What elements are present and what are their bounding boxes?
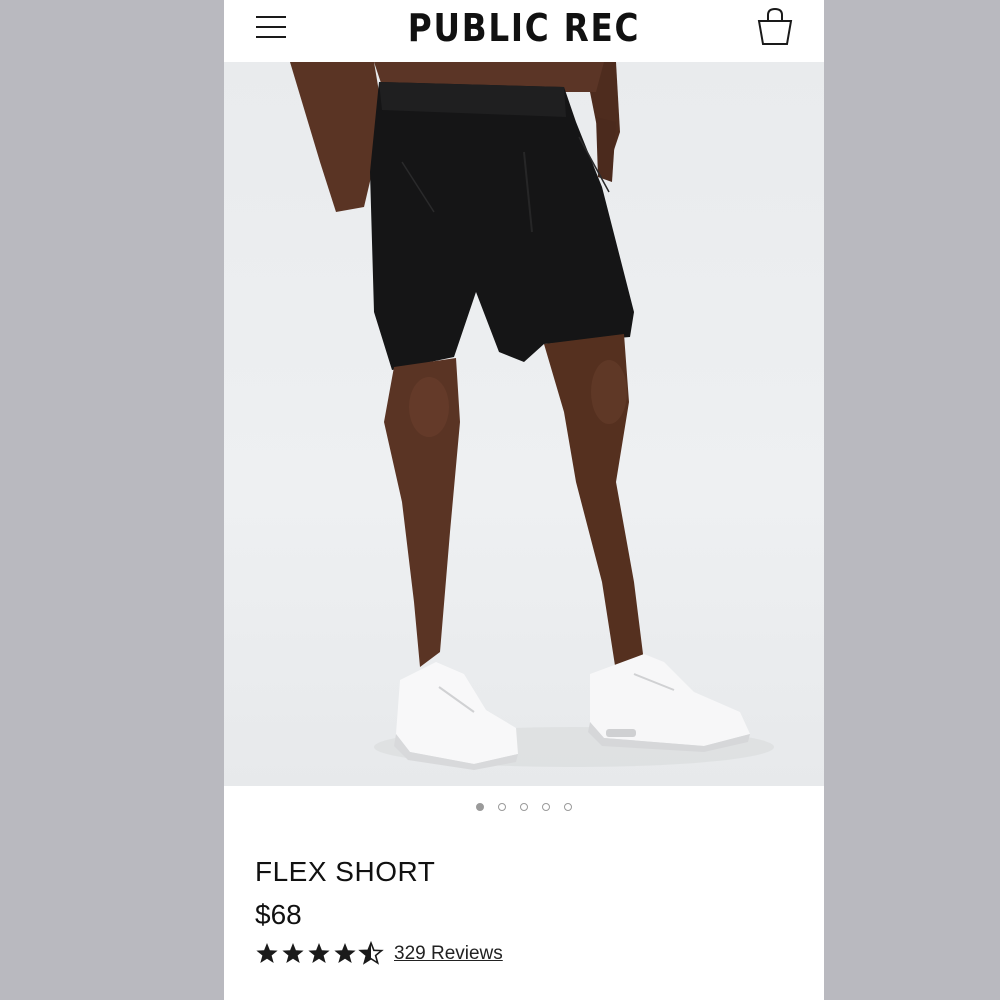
gallery-dot[interactable] — [498, 803, 506, 811]
product-title: FLEX SHORT — [255, 856, 436, 887]
brand-logo[interactable]: PUBLIC REC — [266, 6, 782, 50]
gallery-dot[interactable] — [520, 803, 528, 811]
product-price: $68 — [255, 899, 302, 930]
product-photo — [290, 62, 774, 770]
shopping-bag-icon[interactable] — [756, 6, 794, 46]
star-icon — [334, 943, 356, 963]
gallery-dot[interactable] — [542, 803, 550, 811]
half-star-icon — [359, 942, 383, 964]
site-header: PUBLIC REC — [224, 0, 824, 62]
star-icon — [256, 943, 278, 963]
product-image[interactable] — [224, 62, 824, 786]
reviews-link[interactable]: 329 Reviews — [394, 943, 503, 965]
gallery-pagination — [224, 803, 824, 815]
gallery-dot[interactable] — [564, 803, 572, 811]
mobile-viewport: PUBLIC REC FLEX SHORT $68 329 Reviews — [224, 0, 824, 1000]
rating-stars — [256, 942, 383, 964]
gallery-dot[interactable] — [476, 803, 484, 811]
star-icon — [282, 943, 304, 963]
star-icon — [308, 943, 330, 963]
